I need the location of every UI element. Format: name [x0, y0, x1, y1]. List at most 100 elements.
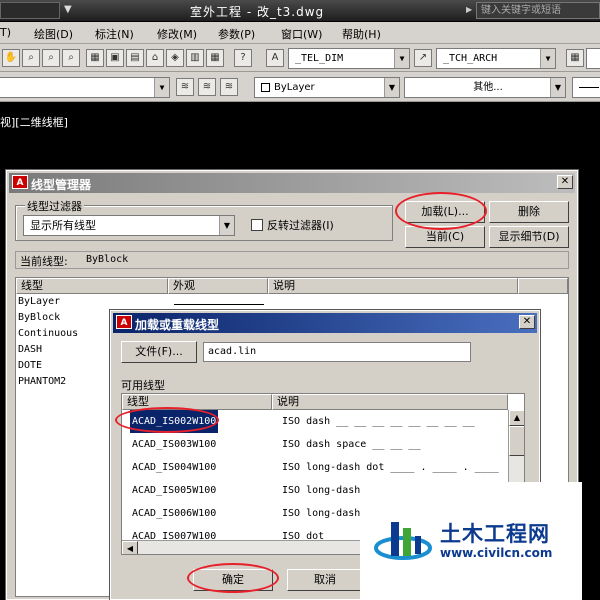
workspace-combo[interactable]: [0, 2, 60, 19]
close-icon[interactable]: ✕: [519, 315, 535, 329]
menu-item-modify[interactable]: 修改(M): [157, 26, 197, 42]
linetype-desc: ISO long-dash: [282, 485, 361, 496]
list-item[interactable]: ACAD_IS003W100 ISO dash space __ __ __: [124, 433, 504, 456]
color-value: ByLayer: [274, 82, 315, 93]
col-header-description[interactable]: 说明: [268, 278, 518, 294]
invert-filter-checkbox[interactable]: [251, 219, 263, 231]
chevron-down-icon[interactable]: ▼: [550, 78, 565, 97]
current-linetype-label: 当前线型:: [20, 255, 68, 268]
scroll-thumb[interactable]: [509, 426, 524, 456]
menu-item-parametric[interactable]: 参数(P): [218, 26, 255, 42]
title-bar: ▼ 室外工程 - 改_t3.dwg ▶ 键入关键字或短语: [0, 0, 600, 22]
markup-icon[interactable]: ◈: [166, 49, 184, 67]
layer-properties-icon[interactable]: ≋: [176, 78, 194, 96]
layer-states-icon[interactable]: ≋: [220, 78, 238, 96]
linetype-name: ACAD_IS005W100: [132, 485, 217, 496]
scroll-left-icon[interactable]: ◀: [122, 541, 138, 554]
linetype-name: ACAD_IS003W100: [132, 439, 217, 450]
dim-style-value: _TEL_DIM: [295, 53, 344, 64]
linetype-combo[interactable]: 其他... ▼: [404, 77, 566, 98]
pan-icon[interactable]: ✋: [2, 49, 20, 67]
calculator-icon[interactable]: ▥: [186, 49, 204, 67]
layer-previous-icon[interactable]: ≋: [198, 78, 216, 96]
ok-highlight-ellipse: [187, 563, 279, 593]
list-item[interactable]: DASH: [18, 344, 42, 355]
dialog-title: 加载或重载线型: [135, 318, 220, 332]
invert-filter-label: 反转过滤器(I): [267, 219, 334, 232]
close-icon[interactable]: ✕: [557, 175, 573, 189]
dialog-titlebar: A 加载或重载线型 ✕: [113, 313, 537, 333]
quickcalc-icon[interactable]: ▦: [206, 49, 224, 67]
filter-group-label: 线型过滤器: [25, 198, 84, 214]
col-header-description[interactable]: 说明: [272, 394, 508, 410]
load-highlight-ellipse: [395, 192, 487, 230]
viewport-label[interactable]: 视][二维线框]: [0, 114, 68, 130]
file-path-field[interactable]: acad.lin: [203, 342, 471, 362]
menu-item-dimension[interactable]: 标注(N): [95, 26, 134, 42]
dim-style-icon[interactable]: ↗: [414, 49, 432, 67]
chevron-down-icon[interactable]: ▼: [384, 78, 399, 97]
sheet-set-icon[interactable]: ⌂: [146, 49, 164, 67]
zoom-realtime-icon[interactable]: ⌕: [22, 49, 40, 67]
list-item[interactable]: PHANTOM2: [18, 376, 66, 387]
help-icon[interactable]: ?: [234, 49, 252, 67]
filter-select-value: 显示所有线型: [30, 219, 96, 232]
linetype-desc: ISO dash space __ __ __: [282, 439, 421, 450]
search-arrow-icon[interactable]: ▶: [466, 5, 472, 14]
chevron-down-icon[interactable]: ▼: [540, 49, 555, 68]
menu-item-tools[interactable]: T): [0, 26, 11, 39]
filter-select[interactable]: 显示所有线型 ▼: [23, 215, 235, 236]
appearance-preview-line: [174, 304, 264, 305]
list-item[interactable]: DOTE: [18, 360, 42, 371]
scroll-up-icon[interactable]: ▲: [509, 410, 524, 426]
table-style-icon[interactable]: ▦: [566, 49, 584, 67]
menu-item-help[interactable]: 帮助(H): [342, 26, 381, 42]
menu-bar: T) 绘图(D) 标注(N) 修改(M) 参数(P) 窗口(W) 帮助(H): [0, 22, 600, 44]
list-item[interactable]: Continuous: [18, 328, 78, 339]
chevron-down-icon[interactable]: ▼: [154, 78, 169, 97]
linetype-value: 其他...: [473, 82, 503, 93]
layer-combo[interactable]: ▼: [0, 77, 170, 98]
dim-style-combo[interactable]: _TEL_DIM ▼: [288, 48, 410, 69]
show-details-button[interactable]: 显示细节(D): [489, 226, 569, 248]
linetype-name: ACAD_IS006W100: [132, 508, 217, 519]
text-style-icon[interactable]: A: [266, 49, 284, 67]
menu-item-draw[interactable]: 绘图(D): [34, 26, 73, 42]
watermark-brand: 土木工程网: [440, 522, 550, 546]
col-header-linetype[interactable]: 线型: [16, 278, 168, 294]
search-input[interactable]: 键入关键字或短语: [476, 2, 600, 19]
menu-item-window[interactable]: 窗口(W): [281, 26, 322, 42]
lineweight-preview: [579, 86, 599, 88]
zoom-window-icon[interactable]: ⌕: [42, 49, 60, 67]
col-header-appearance[interactable]: 外观: [168, 278, 268, 294]
properties-icon[interactable]: ▦: [86, 49, 104, 67]
current-linetype-bar: 当前线型: ByBlock: [15, 251, 569, 269]
window-title: 室外工程 - 改_t3.dwg: [190, 5, 325, 19]
chevron-down-icon[interactable]: ▼: [219, 216, 234, 235]
chevron-down-icon[interactable]: ▼: [64, 4, 72, 15]
linetype-desc: ISO long-dash: [282, 508, 361, 519]
civilcn-logo-icon: [374, 522, 432, 560]
color-combo[interactable]: ByLayer ▼: [254, 77, 400, 98]
lineweight-combo[interactable]: [572, 77, 600, 98]
layers-toolbar: ▼ ≋ ≋ ≋ ByLayer ▼ 其他... ▼: [0, 72, 600, 102]
color-swatch: [261, 82, 270, 92]
delete-button[interactable]: 删除: [489, 201, 569, 223]
current-linetype-value: ByBlock: [86, 254, 129, 265]
list-item[interactable]: ByBlock: [18, 312, 60, 323]
standard-toolbar: ✋ ⌕ ⌕ ⌕ ▦ ▣ ▤ ⌂ ◈ ▥ ▦ ? A _TEL_DIM ▼ ↗ _…: [0, 44, 600, 72]
file-button[interactable]: 文件(F)...: [121, 341, 197, 363]
watermark-url: www.civilcn.com: [440, 546, 553, 560]
tool-palettes-icon[interactable]: ▤: [126, 49, 144, 67]
zoom-previous-icon[interactable]: ⌕: [62, 49, 80, 67]
list-item[interactable]: ACAD_IS004W100 ISO long-dash dot ____ . …: [124, 456, 504, 496]
chevron-down-icon[interactable]: ▼: [394, 49, 409, 68]
cancel-button[interactable]: 取消: [287, 569, 363, 591]
list-item[interactable]: ByLayer: [18, 296, 60, 307]
design-center-icon[interactable]: ▣: [106, 49, 124, 67]
text-style-combo[interactable]: _TCH_ARCH ▼: [436, 48, 556, 69]
text-style-value: _TCH_ARCH: [443, 53, 498, 64]
linetype-desc: ISO dash __ __ __ __ __ __ __ __: [282, 416, 475, 427]
col-header-blank: [518, 278, 568, 294]
table-style-combo[interactable]: [586, 48, 600, 69]
